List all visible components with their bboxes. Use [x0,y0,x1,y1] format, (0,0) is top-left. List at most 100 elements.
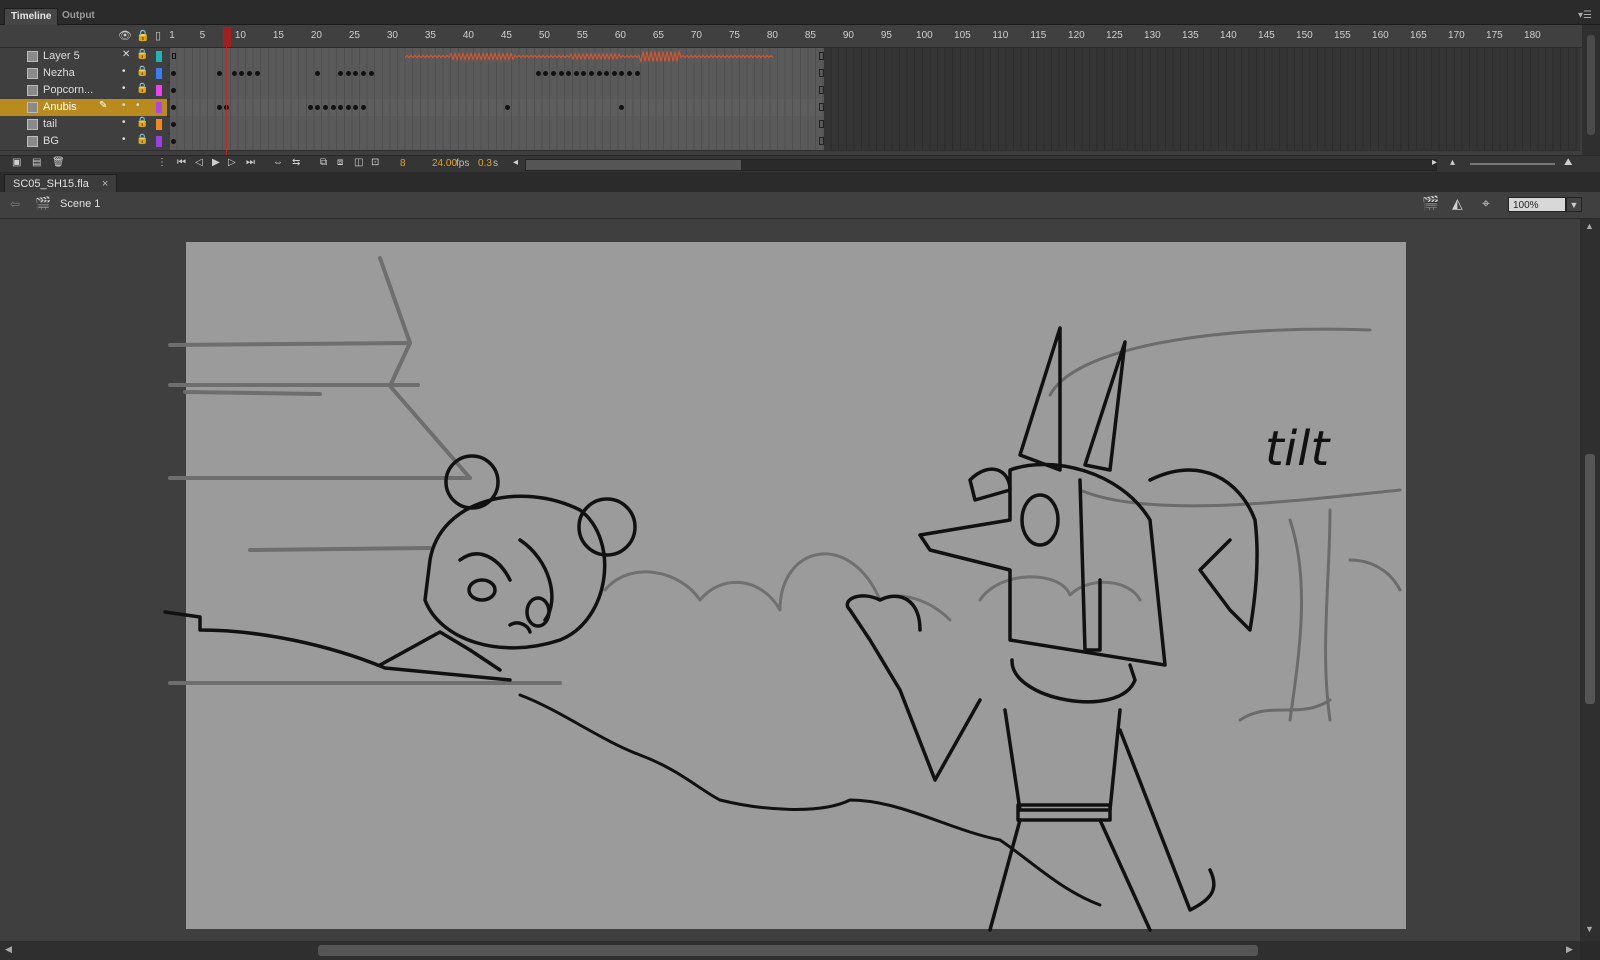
scroll-right-icon[interactable]: ▸ [1432,157,1437,168]
empty-frames[interactable] [824,116,1580,133]
keyframe[interactable] [619,105,625,110]
keyframe[interactable] [171,139,176,144]
layer-name-cell[interactable]: Nezha • 🔒 [0,65,167,82]
keyframe[interactable] [535,71,541,76]
layer-row[interactable]: Anubis ✎ • • [0,99,1580,117]
step-forward-icon[interactable]: ▷ [228,157,236,168]
keyframe[interactable] [239,71,245,76]
play-icon[interactable]: ▶ [212,157,220,168]
lock-icon[interactable]: 🔒 [136,83,148,94]
scroll-left-icon[interactable]: ◀ [5,944,12,955]
layer-name[interactable]: Layer 5 [43,50,80,62]
visibility-dot-icon[interactable]: • [122,117,126,128]
stage-vscrollbar[interactable]: ▲ ▼ [1580,219,1600,941]
scroll-up-icon[interactable]: ▲ [1585,221,1594,231]
layer-name[interactable]: BG [43,135,59,147]
layer-row[interactable]: Popcorn... • 🔒 [0,82,1580,100]
stage-hscroll-thumb[interactable] [318,945,1258,956]
back-arrow-icon[interactable]: ⇦ [10,197,20,211]
keyframe[interactable] [604,71,610,76]
visibility-dot-icon[interactable]: • [122,66,126,77]
center-frame-icon[interactable]: ⇆ [292,157,300,168]
onion-skin-icon[interactable]: ⧉ [320,157,327,168]
edit-symbol-icon[interactable]: ◭ [1452,195,1463,212]
keyframe[interactable] [171,88,176,93]
keyframe[interactable] [315,71,321,76]
playhead[interactable] [223,27,231,47]
empty-frames[interactable] [824,65,1580,82]
layer-color-swatch[interactable] [156,68,162,79]
onion-markers-icon[interactable]: ⊡ [371,157,379,168]
keyframe[interactable] [634,71,640,76]
stage-hscrollbar[interactable]: ◀ ▶ [0,941,1580,960]
zoom-input[interactable]: 100% [1508,197,1566,212]
frame-ruler[interactable]: 1 5 10 15 20 25 30 35 40 45 50 55 60 65 70 75 80 85 90 95 10… [169,25,1580,47]
scroll-down-icon[interactable]: ▼ [1585,924,1594,934]
timeline-scrollbar[interactable] [1582,25,1600,155]
empty-frames[interactable] [824,82,1580,99]
layer-name[interactable]: Popcorn... [43,84,93,96]
layer-frames[interactable] [170,82,824,99]
keyframe[interactable] [368,71,374,76]
layer-row[interactable]: Layer 5 ✕ 🔒 [0,48,1580,66]
keyframe[interactable] [543,71,549,76]
keyframe[interactable] [558,71,564,76]
hidden-x-icon[interactable]: ✕ [122,49,130,60]
scroll-left-icon[interactable]: ◂ [513,157,518,168]
visibility-dot-icon[interactable]: • [122,100,126,111]
visibility-dot-icon[interactable]: • [122,83,126,94]
tab-output[interactable]: Output [56,8,101,24]
keyframe[interactable] [573,71,579,76]
zoom-in-frames-icon[interactable]: ⛰ [1564,157,1572,168]
keyframe[interactable] [345,105,351,110]
empty-frames[interactable] [824,99,1580,116]
layer-row[interactable]: BG • 🔒 [0,133,1580,151]
empty-frames[interactable] [824,133,1580,150]
edit-scene-icon[interactable]: 🎬 [1422,195,1439,212]
keyframe[interactable] [338,71,344,76]
timeline-hscroll-thumb[interactable] [526,160,741,170]
keyframe[interactable] [171,105,176,110]
layer-frames[interactable] [170,65,824,82]
layer-color-swatch[interactable] [156,51,162,62]
keyframe[interactable] [353,105,359,110]
keyframe[interactable] [353,71,359,76]
document-tab[interactable]: SC05_SH15.fla × [4,174,118,193]
new-folder-icon[interactable]: ▤ [32,157,41,168]
timeline-scroll-thumb[interactable] [1587,35,1595,135]
keyframe[interactable] [589,71,594,76]
keyframe[interactable] [216,71,222,76]
visibility-dot-icon[interactable]: • [122,134,126,145]
scene-label[interactable]: Scene 1 [60,198,100,210]
keyframe[interactable] [361,71,366,76]
delete-icon[interactable]: 🗑 [52,157,65,168]
first-frame-icon[interactable]: ⏮ [177,157,186,168]
last-frame-icon[interactable]: ⏭ [246,157,255,168]
layer-name-cell[interactable]: Layer 5 ✕ 🔒 [0,48,167,65]
chevron-down-icon[interactable]: ▼ [1566,197,1582,212]
layer-row[interactable]: tail • 🔒 [0,116,1580,134]
keyframe[interactable] [315,105,321,110]
center-stage-icon[interactable]: ⌖ [1482,195,1490,212]
keyframe[interactable] [216,105,222,110]
layer-row[interactable]: Nezha • 🔒 [0,65,1580,83]
timeline-hscrollbar[interactable] [525,159,1437,171]
new-layer-icon[interactable]: ▣ [12,157,21,168]
lock-dot-icon[interactable]: • [136,100,140,111]
lock-icon[interactable]: 🔒 [136,29,150,42]
panel-menu-icon[interactable]: ▾☰ [1578,10,1592,21]
empty-frames[interactable] [824,48,1580,65]
layer-frames[interactable] [170,99,824,116]
layer-color-swatch[interactable] [156,102,162,113]
keyframe[interactable] [505,105,511,110]
keyframe[interactable] [231,71,237,76]
edit-multiple-icon[interactable]: ◫ [354,157,363,168]
tab-timeline[interactable]: Timeline [4,8,59,25]
layer-frames[interactable] [170,133,824,150]
fps-value[interactable]: 24.00 [432,158,457,169]
keyframe[interactable] [551,71,556,76]
lock-icon[interactable]: 🔒 [136,134,148,145]
layer-name[interactable]: Nezha [43,67,75,79]
keyframe[interactable] [323,105,328,110]
keyframe[interactable] [171,71,176,76]
